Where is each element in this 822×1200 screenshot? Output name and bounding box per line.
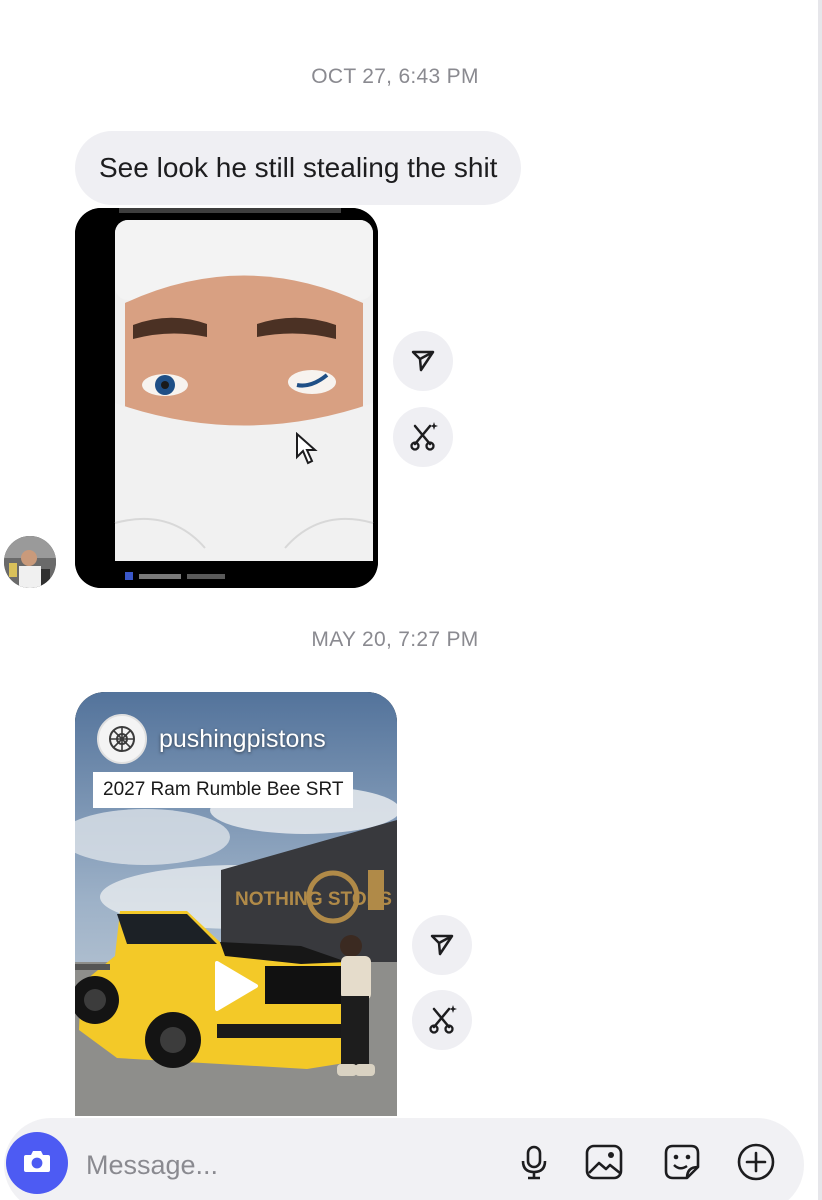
remix-icon [406, 418, 440, 457]
play-icon[interactable] [207, 958, 263, 1019]
share-icon [408, 344, 438, 379]
message-timestamp: OCT 27, 6:43 PM [311, 65, 479, 88]
video-caption: 2027 Ram Rumble Bee SRT [93, 772, 354, 808]
shared-image-post[interactable] [75, 208, 378, 588]
account-name: pushingpistons [159, 724, 326, 753]
message-bubble[interactable]: See look he still stealing the shit [75, 131, 522, 205]
message-input[interactable] [84, 1140, 468, 1190]
message-composer [4, 1118, 804, 1200]
plus-icon [735, 1141, 777, 1188]
account-avatar [97, 714, 147, 764]
sticker-button[interactable] [656, 1138, 708, 1190]
share-button[interactable] [412, 915, 472, 975]
direct-message-thread: OCT 27, 6:43 PM See look he still steali… [0, 0, 822, 1200]
remix-icon [425, 1001, 459, 1040]
share-button[interactable] [393, 331, 453, 391]
reel-account[interactable]: pushingpistons [97, 714, 326, 764]
sender-avatar[interactable] [4, 536, 56, 588]
sticker-icon [661, 1141, 703, 1188]
camera-icon [21, 1145, 53, 1182]
share-icon [427, 928, 457, 963]
voice-message-button[interactable] [508, 1138, 560, 1190]
camera-button[interactable] [6, 1132, 68, 1194]
shared-reel-post[interactable]: NOTHING STOPS pushingpistons 2027 Ram Ru… [75, 692, 397, 1116]
message-timestamp: MAY 20, 7:27 PM [311, 628, 479, 651]
more-options-button[interactable] [730, 1138, 782, 1190]
shared-image [75, 208, 378, 588]
remix-button[interactable] [412, 990, 472, 1050]
microphone-icon [515, 1143, 553, 1186]
window-edge [818, 0, 822, 1200]
gallery-button[interactable] [578, 1138, 630, 1190]
remix-button[interactable] [393, 407, 453, 467]
image-icon [583, 1141, 625, 1188]
cursor-icon [295, 431, 319, 471]
